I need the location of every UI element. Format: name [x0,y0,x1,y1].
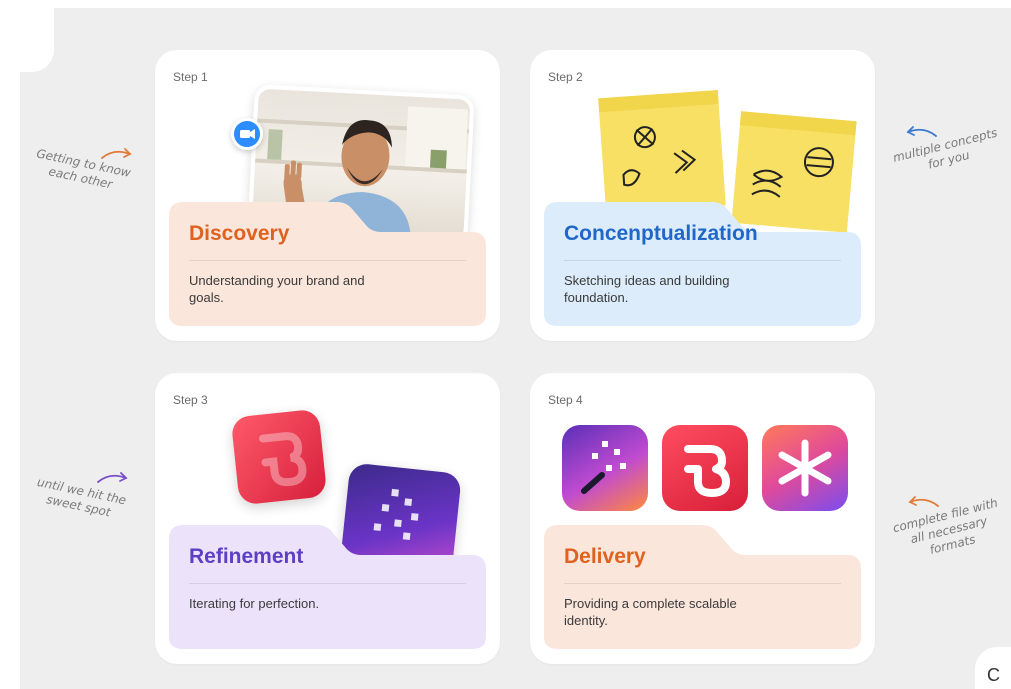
step-title: Refinement [189,545,304,568]
arrow-icon [906,126,937,137]
step-title: Discovery [189,222,290,245]
step-card-delivery: Step 4 Delivery Providing a complete sca… [530,373,875,664]
step-description: Iterating for perfection. [189,596,320,611]
app-icon-b [662,425,748,511]
sticky-note-sketch [598,89,726,215]
corner-cutout [20,8,54,72]
app-icon-sparkle [562,425,648,511]
divider [564,583,841,584]
step-folder: Concenptualization Sketching ideas and b… [544,202,861,326]
step-title: Delivery [564,545,646,568]
divider [189,583,466,584]
step-label: Step 4 [548,393,583,407]
step-folder: Delivery Providing a complete scalable i… [544,525,861,649]
arrow-icon [97,472,128,483]
app-icon-red [230,408,328,506]
process-canvas: Getting to know each other multiple conc… [20,8,1011,689]
divider [189,260,466,261]
step-description: Providing a complete scalable identity. [564,596,737,628]
corner-cutout: C [975,647,1011,689]
app-icon-asterisk [762,425,848,511]
step-folder: Discovery Understanding your brand and g… [169,202,486,326]
corner-glyph: C [987,665,1000,685]
divider [564,260,841,261]
step-description: Understanding your brand and goals. [189,273,365,305]
step-title: Concenptualization [564,222,758,245]
step-folder: Refinement Iterating for perfection. [169,525,486,649]
annotation-4: complete file with all necessary formats [884,494,1011,567]
step-label: Step 3 [173,393,208,407]
video-camera-icon [231,118,263,150]
step-description: Sketching ideas and building foundation. [564,273,730,305]
step-label: Step 2 [548,70,583,84]
step-card-discovery: Step 1 Discovery Understanding your bran… [155,50,500,341]
step-card-concenptualization: Step 2 Concenptualization Sketching idea… [530,50,875,341]
step-card-refinement: Step 3 Refinement Iterating for perfecti… [155,373,500,664]
arrow-icon [908,496,939,507]
step-label: Step 1 [173,70,208,84]
